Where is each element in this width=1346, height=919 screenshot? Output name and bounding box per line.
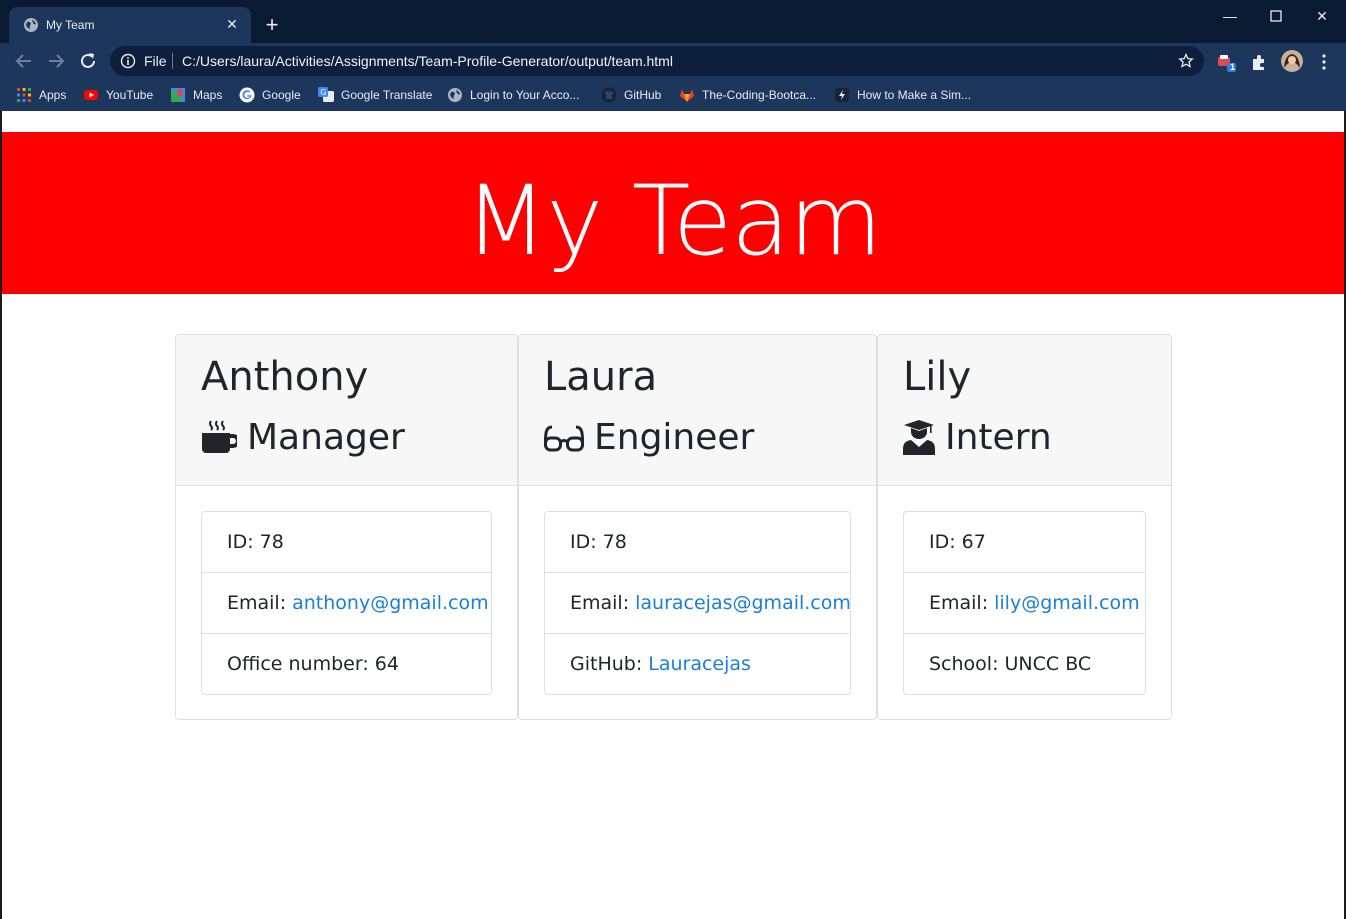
forward-arrow-icon[interactable]: [45, 50, 67, 72]
list-item-school: School: UNCC BC: [904, 634, 1145, 694]
bookmark-how-to[interactable]: How to Make a Sim...: [834, 85, 971, 105]
list-item-email: Email: lily@gmail.com: [904, 573, 1145, 634]
bookmark-google-translate[interactable]: G Google Translate: [318, 85, 432, 105]
employee-role: Manager: [201, 413, 405, 461]
email-link[interactable]: lily@gmail.com: [994, 592, 1139, 614]
address-bar[interactable]: File C:/Users/laura/Activities/Assignmen…: [110, 46, 1204, 76]
info-list: ID: 78 Email: lauracejas@gmail.com GitHu…: [544, 511, 851, 695]
role-label: Intern: [945, 416, 1052, 458]
browser-tab-active[interactable]: My Team ✕: [9, 7, 251, 43]
bookmark-label: YouTube: [106, 88, 154, 102]
employee-name: Laura: [544, 354, 658, 400]
role-label: Engineer: [594, 416, 755, 458]
list-item-id: ID: 67: [904, 512, 1145, 573]
employee-card: Lily Intern ID: 67 Email: lily@gmail.com: [877, 334, 1172, 720]
avatar[interactable]: [1281, 50, 1303, 72]
url-text[interactable]: C:/Users/laura/Activities/Assignments/Te…: [182, 53, 673, 69]
list-item-id: ID: 78: [545, 512, 850, 573]
school-text: School: UNCC BC: [929, 653, 1092, 675]
card-header: Laura Engineer: [519, 335, 876, 486]
employee-name: Anthony: [201, 354, 369, 400]
svg-text:G: G: [320, 88, 326, 97]
site-icon: [835, 88, 849, 102]
list-item-github: GitHub: Lauracejas: [545, 634, 850, 694]
info-list: ID: 67 Email: lily@gmail.com School: UNC…: [903, 511, 1146, 695]
new-tab-button[interactable]: +: [262, 14, 282, 36]
extension-icon[interactable]: 1: [1216, 52, 1236, 72]
email-link[interactable]: anthony@gmail.com: [292, 592, 488, 614]
page-viewport: My Team Anthony Manager ID: 78 Email: an…: [2, 111, 1344, 919]
bookmark-label: How to Make a Sim...: [857, 88, 972, 102]
email-label: Email:: [227, 592, 287, 614]
bookmark-youtube[interactable]: YouTube: [83, 85, 153, 105]
id-text: ID: 78: [570, 531, 627, 553]
page-title: My Team: [464, 165, 883, 277]
info-icon[interactable]: [120, 53, 136, 69]
github-icon: [601, 87, 617, 103]
employee-card: Anthony Manager ID: 78 Email: anthony@gm…: [175, 334, 518, 720]
globe-icon: [448, 88, 462, 102]
card-header: Lily Intern: [878, 335, 1171, 486]
employee-name: Lily: [903, 354, 972, 400]
github-label: GitHub:: [570, 653, 643, 675]
bookmark-login[interactable]: Login to Your Acco...: [447, 85, 579, 105]
employee-role: Intern: [903, 413, 1052, 461]
bookmarks-bar: Apps YouTube Maps Google G Google Transl…: [0, 79, 1346, 111]
list-item-email: Email: anthony@gmail.com: [202, 573, 491, 634]
email-link[interactable]: lauracejas@gmail.com: [635, 592, 851, 614]
github-link[interactable]: Lauracejas: [648, 653, 751, 675]
list-item-email: Email: lauracejas@gmail.com: [545, 573, 851, 634]
gitlab-icon: [680, 89, 694, 102]
list-item-office: Office number: 64: [202, 634, 491, 694]
card-header: Anthony Manager: [176, 335, 517, 486]
bookmark-apps[interactable]: Apps: [16, 85, 66, 105]
info-list: ID: 78 Email: anthony@gmail.com Office n…: [201, 511, 492, 695]
id-text: ID: 78: [227, 531, 284, 553]
role-label: Manager: [247, 416, 405, 458]
youtube-icon: [84, 90, 98, 100]
back-arrow-icon[interactable]: [13, 50, 35, 72]
extension-badge: 1: [1230, 62, 1236, 72]
tab-close-icon[interactable]: ✕: [223, 15, 241, 33]
bookmark-star-icon[interactable]: [1178, 53, 1194, 69]
menu-kebab-icon[interactable]: [1314, 52, 1334, 72]
maximize-icon[interactable]: [1253, 4, 1299, 28]
bookmark-label: Maps: [193, 88, 223, 102]
email-label: Email:: [570, 592, 630, 614]
bookmark-label: Apps: [39, 88, 67, 102]
minimize-icon[interactable]: —: [1207, 4, 1253, 28]
employee-card: Laura Engineer ID: 78 Email: lauracejas@…: [518, 334, 877, 720]
bookmark-label: The-Coding-Bootca...: [702, 88, 817, 102]
browser-tab-strip: My Team ✕ + — ✕: [0, 0, 1346, 43]
bookmark-label: Google Translate: [341, 88, 433, 102]
bookmark-github[interactable]: GitHub: [601, 85, 661, 105]
reload-icon[interactable]: [77, 50, 99, 72]
header-banner: My Team: [2, 132, 1344, 294]
maps-icon: [171, 88, 185, 102]
bookmark-label: Google: [262, 88, 301, 102]
employee-role: Engineer: [544, 413, 754, 461]
email-label: Email:: [929, 592, 989, 614]
apps-grid-icon: [17, 88, 31, 102]
bookmark-label: Login to Your Acco...: [470, 88, 580, 102]
scheme-label: File: [144, 53, 167, 69]
google-translate-icon: G: [318, 87, 334, 102]
bookmark-maps[interactable]: Maps: [170, 85, 222, 105]
bookmark-label: GitHub: [624, 88, 662, 102]
globe-icon: [24, 18, 38, 32]
close-window-icon[interactable]: ✕: [1299, 4, 1345, 28]
bookmark-google[interactable]: Google: [239, 85, 301, 105]
graduate-icon: [903, 420, 935, 455]
puzzle-icon[interactable]: [1249, 52, 1269, 72]
mug-icon: [202, 420, 237, 453]
office-number-text: Office number: 64: [227, 653, 399, 675]
glasses-icon: [544, 425, 584, 452]
id-text: ID: 67: [929, 531, 986, 553]
bookmark-gitlab[interactable]: The-Coding-Bootca...: [679, 85, 816, 105]
google-icon: [239, 87, 255, 103]
tab-title: My Team: [46, 18, 95, 32]
omnibox-separator: [172, 53, 173, 69]
list-item-id: ID: 78: [202, 512, 491, 573]
browser-toolbar: File C:/Users/laura/Activities/Assignmen…: [0, 43, 1346, 79]
